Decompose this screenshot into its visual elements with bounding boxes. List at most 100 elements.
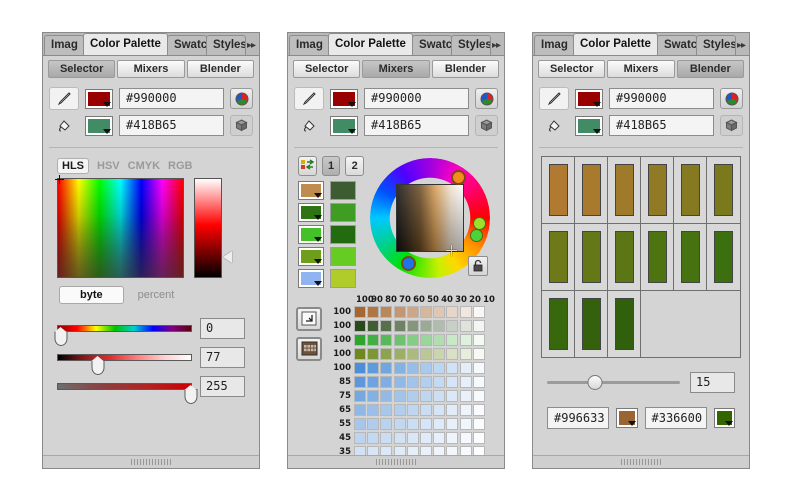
grid-cell[interactable] [406,417,419,430]
grid-cell[interactable] [367,305,380,318]
tab-styles[interactable]: Styles [450,35,491,55]
grid-cell[interactable] [419,361,432,374]
grid-cell[interactable] [472,319,485,332]
grid-cell[interactable] [367,431,380,444]
grid-cell[interactable] [354,361,366,374]
bucket-icon[interactable] [539,114,569,137]
mixer-source-swatch-1[interactable] [298,180,324,200]
tab-swatches[interactable]: Swatc [656,35,697,55]
grid-cell[interactable] [446,375,459,388]
color-sphere-icon[interactable] [475,88,498,109]
panel-resize-grip[interactable] [288,455,504,468]
grid-cell[interactable] [406,375,419,388]
blend-end-swatch-dropdown[interactable] [713,408,735,428]
grid-cell[interactable] [406,403,419,416]
blend-swatch-cell[interactable] [608,291,641,357]
blend-steps-track[interactable] [547,375,680,390]
grid-cell[interactable] [380,347,393,360]
grid-cell[interactable] [419,319,432,332]
grid-cell[interactable] [472,333,485,346]
grid-cell[interactable] [459,445,472,455]
background-hex-input[interactable]: #418B65 [609,115,714,136]
bucket-icon[interactable] [49,114,79,137]
tab-image[interactable]: Imag [289,35,329,55]
subtab-selector[interactable]: Selector [538,60,606,78]
grid-cell[interactable] [433,445,446,455]
grid-cell[interactable] [354,445,366,455]
subtab-selector[interactable]: Selector [48,60,116,78]
unit-percent[interactable]: percent [138,289,175,301]
background-swatch-dropdown[interactable] [575,115,603,136]
grid-cell[interactable] [446,305,459,318]
lock-open-icon[interactable] [468,255,488,276]
grid-cell[interactable] [406,333,419,346]
panel-resize-grip[interactable] [533,455,749,468]
grid-cell[interactable] [459,305,472,318]
mixer-tab-1[interactable]: 1 [321,155,341,176]
grid-cell[interactable] [354,319,366,332]
grid-cell[interactable] [393,333,406,346]
tab-swatches[interactable]: Swatc [411,35,452,55]
blend-swatch-cell[interactable] [608,224,641,290]
pen-icon[interactable] [49,87,79,110]
grid-cell[interactable] [367,319,380,332]
subtab-blender[interactable]: Blender [186,60,254,78]
tab-styles[interactable]: Styles [205,35,246,55]
grid-cell[interactable] [459,389,472,402]
grid-cell[interactable] [380,375,393,388]
grid-cell[interactable] [354,375,366,388]
blend-steps-thumb[interactable] [587,375,603,390]
panel-resize-grip[interactable] [43,455,259,468]
grid-cell[interactable] [406,445,419,455]
foreground-swatch-dropdown[interactable] [330,88,358,109]
grid-cell[interactable] [419,347,432,360]
mode-rgb[interactable]: RGB [168,160,192,172]
tab-overflow-icon[interactable]: ▸▸ [492,40,501,55]
cube-icon[interactable] [230,115,253,136]
mixer-result-swatch-2[interactable] [330,202,356,222]
grid-cell[interactable] [380,431,393,444]
green-marker-2[interactable] [470,228,484,242]
pen-icon[interactable] [539,87,569,110]
tab-image[interactable]: Imag [44,35,84,55]
grid-cell[interactable] [433,347,446,360]
tab-styles[interactable]: Styles [695,35,736,55]
grid-cell[interactable] [472,347,485,360]
unit-byte[interactable]: byte [59,286,124,304]
grid-cell[interactable] [446,403,459,416]
blend-swatch-cell[interactable] [674,224,707,290]
grid-cell[interactable] [393,319,406,332]
grid-cell[interactable] [419,403,432,416]
grid-cell[interactable] [419,445,432,455]
grid-cell[interactable] [393,389,406,402]
blend-start-swatch-dropdown[interactable] [616,408,638,428]
cube-icon[interactable] [475,115,498,136]
grid-cell[interactable] [433,389,446,402]
blend-swatch-cell[interactable] [707,157,740,223]
blend-swatch-cell[interactable] [707,224,740,290]
grid-cell[interactable] [446,361,459,374]
lightness-slider-thumb[interactable] [91,356,105,375]
grid-cell[interactable] [433,375,446,388]
blend-steps-value[interactable]: 15 [690,372,735,393]
grid-cell[interactable] [433,319,446,332]
tab-overflow-icon[interactable]: ▸▸ [737,40,746,55]
grid-cell[interactable] [459,347,472,360]
orange-marker[interactable] [451,169,467,185]
grid-cell[interactable] [459,403,472,416]
grid-cell[interactable] [393,305,406,318]
grid-cell[interactable] [472,403,485,416]
foreground-hex-input[interactable]: #990000 [119,88,224,109]
grid-cell[interactable] [380,445,393,455]
saturation-value-input[interactable]: 255 [200,376,245,397]
grid-cell[interactable] [380,403,393,416]
mixer-result-swatch-1[interactable] [330,180,356,200]
background-swatch-dropdown[interactable] [85,115,113,136]
grid-cell[interactable] [459,361,472,374]
grid-cell[interactable] [367,403,380,416]
subtab-selector[interactable]: Selector [293,60,361,78]
grid-cell[interactable] [380,361,393,374]
blend-swatch-cell[interactable] [641,157,674,223]
grid-cell[interactable] [446,445,459,455]
subtab-mixers[interactable]: Mixers [607,60,675,78]
